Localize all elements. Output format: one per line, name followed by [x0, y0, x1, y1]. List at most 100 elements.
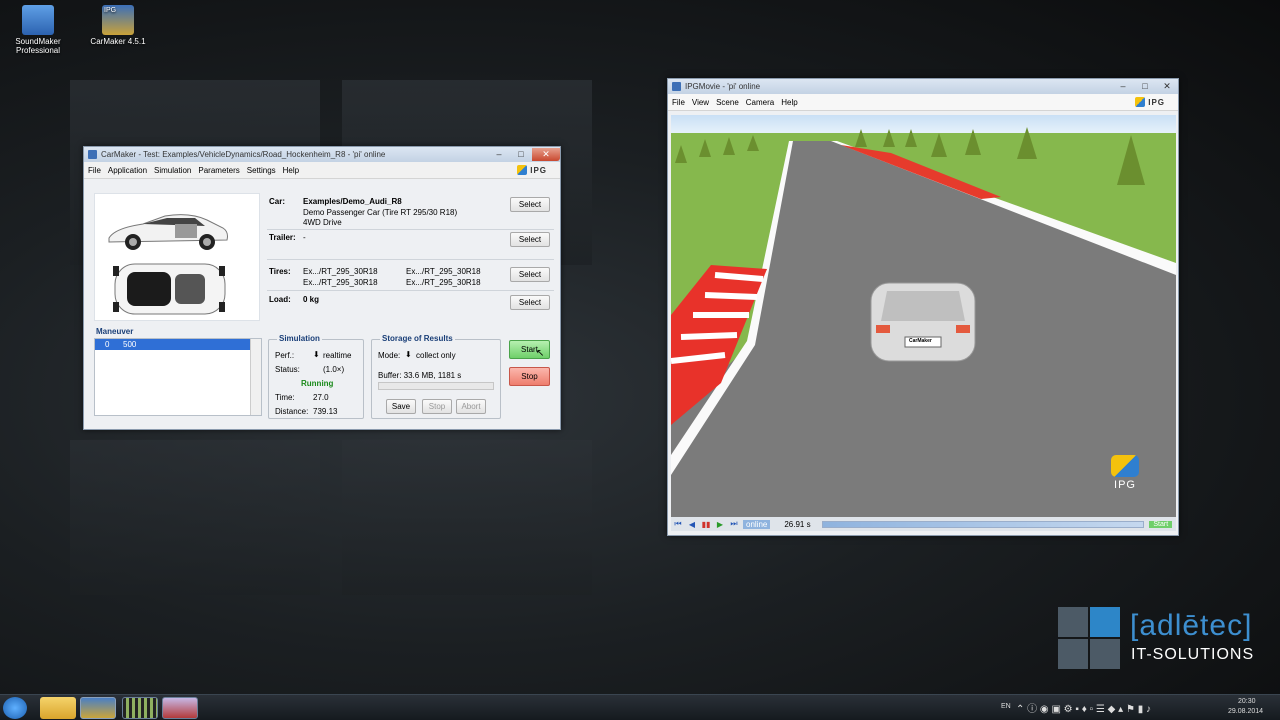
start-orb-icon[interactable]: [3, 697, 27, 719]
status-value: (1.0×): [323, 365, 345, 374]
ipg-logo-icon: [1111, 455, 1139, 477]
taskbar-movie-icon[interactable]: [122, 697, 158, 719]
storage-group: Storage of Results Mode: ⬇ collect only …: [371, 334, 501, 419]
mouse-cursor-icon: ↖: [536, 348, 545, 359]
pause-icon[interactable]: ▮▮: [699, 520, 713, 529]
ipgmovie-titlebar[interactable]: IPGMovie - 'pi' online – □ ✕: [668, 79, 1178, 94]
download-icon: ⬇: [313, 350, 320, 359]
storage-save-button[interactable]: Save: [386, 399, 416, 414]
taskbar: EN ⌃ ⓘ ◉ ▣ ⚙ ▪ ♦ ▫ ☰ ◆ ▴ ⚑ ▮ ♪ 20:30 29.…: [0, 694, 1280, 720]
menu-help[interactable]: Help: [283, 166, 299, 175]
tire-front-right: Ex.../RT_295_30R18: [406, 267, 481, 276]
minimize-icon[interactable]: –: [488, 148, 510, 161]
playback-bar: ⏮ ◀ ▮▮ ▶ ⏭ online 26.91 s Start: [671, 517, 1176, 531]
play-icon[interactable]: ▶: [713, 520, 727, 529]
skip-start-icon[interactable]: ⏮: [671, 519, 685, 529]
menu-help[interactable]: Help: [781, 98, 797, 107]
carmaker-titlebar[interactable]: CarMaker - Test: Examples/VehicleDynamic…: [84, 147, 560, 162]
running-status: Running: [301, 379, 334, 388]
taskbar-explorer-icon[interactable]: [40, 697, 76, 719]
time-value: 27.0: [313, 393, 329, 402]
trailer-value: -: [303, 233, 306, 242]
clock-date[interactable]: 29.08.2014: [1228, 708, 1263, 715]
mode-value[interactable]: collect only: [416, 351, 456, 360]
minimize-icon[interactable]: –: [1112, 80, 1134, 93]
timeline-slider[interactable]: [822, 520, 1145, 528]
language-indicator[interactable]: EN: [1001, 703, 1011, 710]
perf-value[interactable]: realtime: [323, 351, 351, 360]
distance-label: Distance:: [275, 407, 309, 416]
background-pane: [342, 440, 592, 595]
trailer-select-button[interactable]: Select: [510, 232, 550, 247]
menu-file[interactable]: File: [88, 166, 101, 175]
taskbar-app-icon[interactable]: [162, 697, 198, 719]
trailer-label: Trailer:: [269, 233, 296, 242]
adletec-logo: [1058, 607, 1120, 669]
simulation-title: Simulation: [277, 334, 322, 343]
tire-rear-right: Ex.../RT_295_30R18: [406, 278, 481, 287]
scene-viewport[interactable]: CarMaker IPG: [671, 115, 1176, 517]
taskbar-carmaker-icon[interactable]: [80, 697, 116, 719]
menu-application[interactable]: Application: [108, 166, 147, 175]
clock-time[interactable]: 20:30: [1238, 698, 1256, 705]
mode-indicator: online: [743, 519, 771, 529]
close-icon[interactable]: ✕: [1156, 80, 1178, 93]
tire-rear-left: Ex.../RT_295_30R18: [303, 278, 378, 287]
time-readout: 26.91 s: [784, 519, 811, 529]
menu-parameters[interactable]: Parameters: [198, 166, 239, 175]
storage-stop-button[interactable]: Stop: [422, 399, 452, 414]
menu-view[interactable]: View: [692, 98, 709, 107]
maneuver-row[interactable]: 0 500: [95, 339, 250, 350]
adletec-subtitle: IT-SOLUTIONS: [1131, 646, 1255, 663]
perf-label: Perf.:: [275, 351, 295, 360]
step-back-icon[interactable]: ◀: [685, 520, 699, 529]
buffer-value: Buffer: 33.6 MB, 1181 s: [378, 371, 462, 380]
ipg-logo-icon: [517, 165, 528, 175]
app-icon: [88, 150, 97, 159]
tray-icons[interactable]: ⌃ ⓘ ◉ ▣ ⚙ ▪ ♦ ▫ ☰ ◆ ▴ ⚑ ▮ ♪: [1016, 700, 1151, 715]
ipg-logo: IPG: [1135, 97, 1172, 107]
stop-button[interactable]: Stop: [509, 367, 550, 386]
window-title: IPGMovie - 'pi' online: [685, 82, 761, 91]
menu-file[interactable]: File: [672, 98, 685, 107]
storage-abort-button[interactable]: Abort: [456, 399, 486, 414]
load-label: Load:: [269, 295, 291, 304]
ipg-logo: IPG: [517, 165, 554, 175]
maneuver-scrollbar[interactable]: [250, 339, 261, 415]
tire-front-left: Ex.../RT_295_30R18: [303, 267, 378, 276]
divider: [267, 229, 554, 230]
ipgmovie-window: IPGMovie - 'pi' online – □ ✕ File View S…: [667, 78, 1179, 536]
distance-value: 739.13: [313, 407, 338, 416]
menubar: File View Scene Camera Help IPG: [668, 94, 1178, 111]
storage-title: Storage of Results: [380, 334, 455, 343]
maximize-icon[interactable]: □: [1134, 80, 1156, 93]
desktop-icon-soundmaker[interactable]: SoundMaker Professional: [3, 5, 73, 55]
skip-end-icon[interactable]: ⏭: [727, 519, 741, 529]
maneuver-list[interactable]: 0 500: [94, 338, 262, 416]
scene-ipg-watermark: IPG: [1111, 455, 1139, 491]
menubar: File Application Simulation Parameters S…: [84, 162, 560, 179]
desktop-icon-carmaker[interactable]: IPG CarMaker 4.5.1: [83, 5, 153, 46]
menu-camera[interactable]: Camera: [746, 98, 774, 107]
car-select-button[interactable]: Select: [510, 197, 550, 212]
close-icon[interactable]: ✕: [532, 148, 560, 161]
buffer-progress-bar: [378, 382, 494, 390]
car-description: Demo Passenger Car (Tire RT 295/30 R18): [303, 208, 458, 217]
car-drive: 4WD Drive: [303, 218, 342, 227]
license-plate: CarMaker: [909, 338, 932, 344]
mode-label: Mode:: [378, 351, 401, 360]
menu-scene[interactable]: Scene: [716, 98, 739, 107]
menu-simulation[interactable]: Simulation: [154, 166, 191, 175]
load-value: 0 kg: [303, 295, 320, 304]
maximize-icon[interactable]: □: [510, 148, 532, 161]
tires-label: Tires:: [269, 267, 291, 276]
adletec-brand: [adlētec]: [1130, 609, 1253, 642]
car-side-view: [108, 214, 228, 315]
load-select-button[interactable]: Select: [510, 295, 550, 310]
divider: [267, 290, 554, 291]
divider: [267, 259, 554, 260]
menu-settings[interactable]: Settings: [247, 166, 276, 175]
logo-square: [1058, 639, 1088, 669]
movie-start-button[interactable]: Start: [1149, 520, 1173, 528]
tires-select-button[interactable]: Select: [510, 267, 550, 282]
